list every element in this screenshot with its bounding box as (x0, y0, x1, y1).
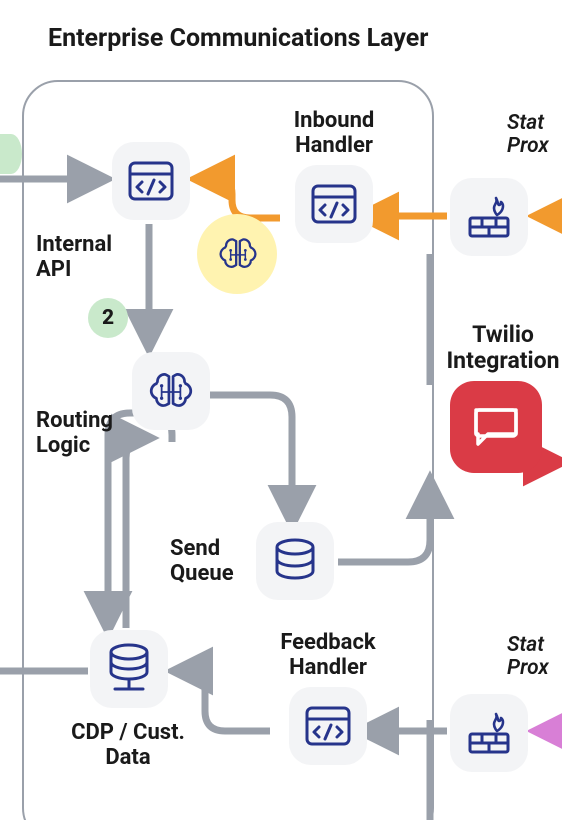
node-proxy-bottom (450, 694, 528, 772)
database-icon (256, 522, 334, 600)
node-send-queue (256, 522, 334, 600)
label-routing-logic: Routing Logic (36, 408, 113, 459)
badge-2: 2 (88, 298, 128, 338)
label-twilio: Twilio Integration (418, 322, 562, 375)
label-static-proxy-top: Stat Prox (507, 112, 562, 158)
node-inbound-handler: Inbound Handler (274, 108, 394, 243)
label-inbound-handler: Inbound Handler (274, 108, 394, 159)
badge-2-text: 2 (102, 306, 114, 330)
badge-truncated-left (0, 134, 22, 174)
label-feedback-handler: Feedback Handler (254, 630, 402, 681)
code-window-icon (289, 687, 367, 765)
node-feedback-handler: Feedback Handler (254, 630, 402, 765)
node-internal-api (112, 142, 190, 220)
code-window-icon (112, 142, 190, 220)
node-routing-logic (132, 352, 210, 430)
node-ai-mini (216, 232, 260, 280)
chat-icon (450, 381, 542, 473)
firewall-icon (450, 694, 528, 772)
label-cdp: CDP / Cust. Data (48, 720, 208, 771)
label-send-queue: Send Queue (170, 536, 234, 587)
node-proxy-top (450, 178, 528, 256)
brain-icon (216, 232, 260, 276)
code-window-icon (295, 165, 373, 243)
firewall-icon (450, 178, 528, 256)
node-cdp (90, 630, 168, 708)
diagram-title: Enterprise Communications Layer (48, 24, 428, 53)
label-static-proxy-bottom: Stat Prox (507, 634, 562, 680)
brain-icon (132, 352, 210, 430)
database-server-icon (90, 630, 168, 708)
node-twilio: Twilio Integration (418, 322, 562, 473)
label-internal-api: Internal API (36, 232, 112, 283)
